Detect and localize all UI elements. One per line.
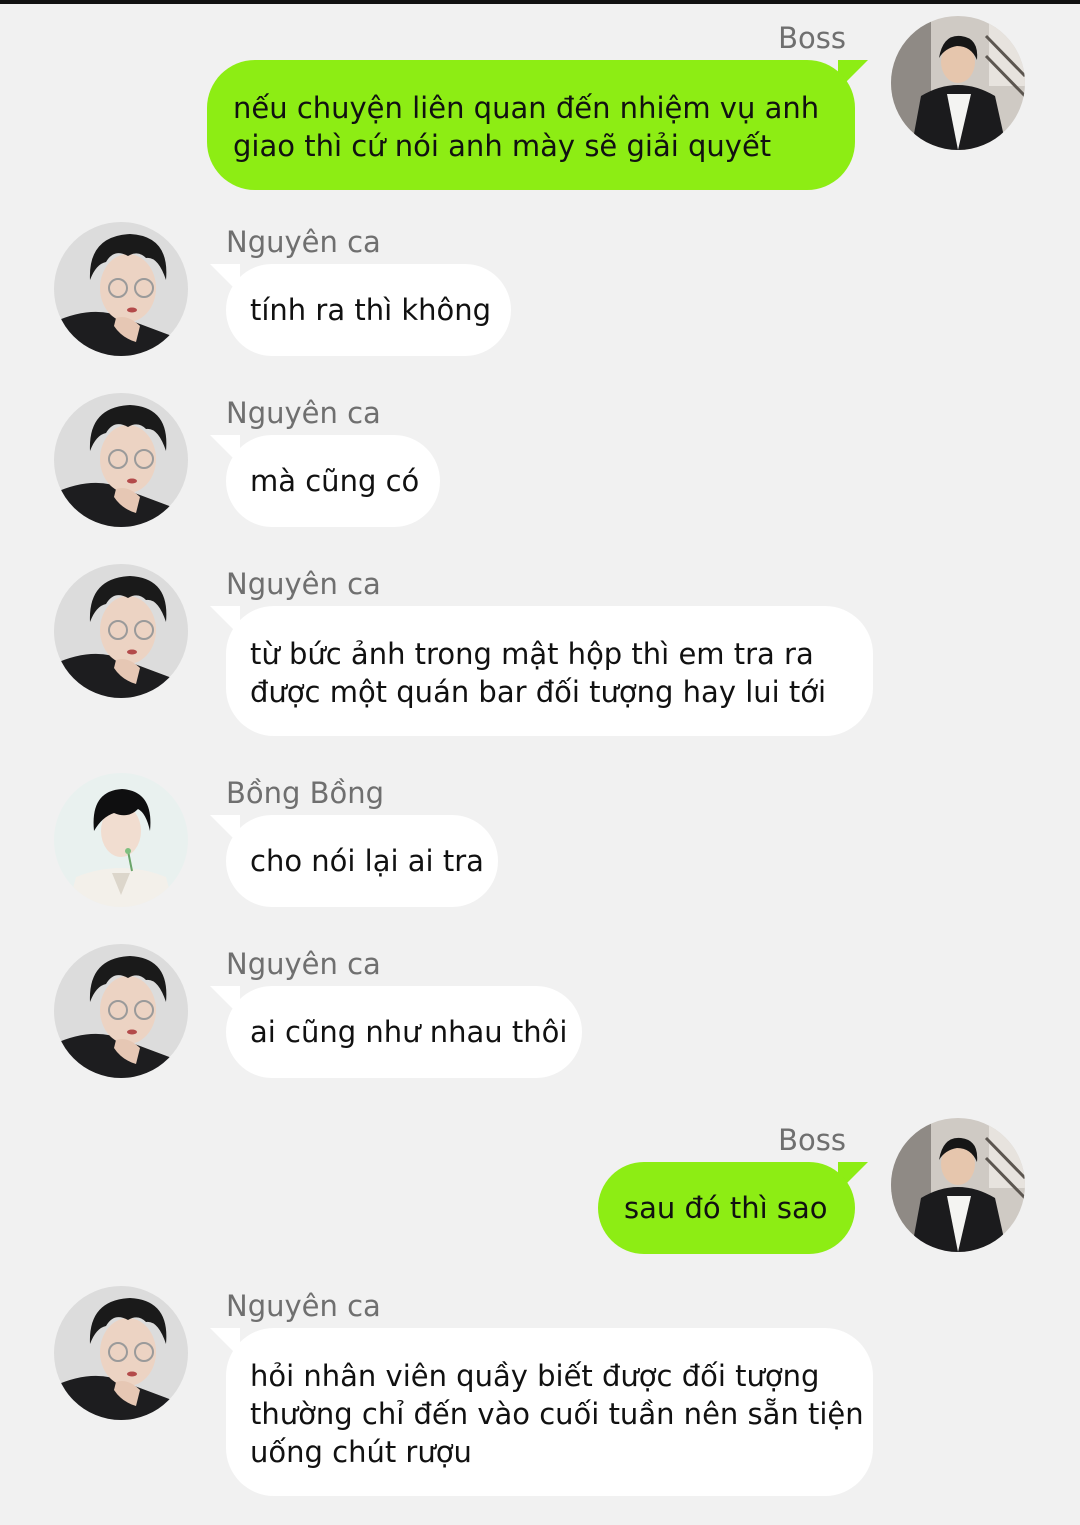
bong-bong-avatar-icon[interactable] <box>54 773 188 907</box>
nguyen-ca-avatar-icon[interactable] <box>54 944 188 1078</box>
message-bubble[interactable]: tính ra thì không <box>226 264 511 356</box>
message-line: thường chỉ đến vào cuối tuần nên sẵn tiệ… <box>250 1397 864 1431</box>
message-line: tính ra thì không <box>250 293 492 327</box>
message-bubble[interactable]: mà cũng có <box>226 435 440 527</box>
nguyen-ca-avatar-icon[interactable] <box>54 393 188 527</box>
sender-name: Nguyên ca <box>226 1289 381 1323</box>
message-line: cho nói lại ai tra <box>250 844 484 878</box>
message-line: ai cũng như nhau thôi <box>250 1015 568 1049</box>
sender-name: Nguyên ca <box>226 947 381 981</box>
nguyen-ca-avatar-icon[interactable] <box>54 564 188 698</box>
message-line: hỏi nhân viên quầy biết được đối tượng <box>250 1359 820 1393</box>
message-line: từ bức ảnh trong mật hộp thì em tra ra <box>250 637 814 671</box>
nguyen-ca-avatar-icon[interactable] <box>54 222 188 356</box>
sender-name: Nguyên ca <box>226 225 381 259</box>
sender-name: Boss <box>778 21 846 55</box>
message-bubble[interactable]: ai cũng như nhau thôi <box>226 986 582 1078</box>
sender-name: Nguyên ca <box>226 396 381 430</box>
nguyen-ca-avatar-icon[interactable] <box>54 1286 188 1420</box>
message-bubble[interactable]: nếu chuyện liên quan đến nhiệm vụ anh gi… <box>207 60 855 190</box>
boss-avatar-icon[interactable] <box>891 16 1025 150</box>
message-bubble[interactable]: hỏi nhân viên quầy biết được đối tượng t… <box>226 1328 873 1496</box>
sender-name: Nguyên ca <box>226 567 381 601</box>
status-bar-edge <box>0 0 1080 4</box>
message-bubble[interactable]: cho nói lại ai tra <box>226 815 498 907</box>
message-line: mà cũng có <box>250 464 420 498</box>
boss-avatar-icon[interactable] <box>891 1118 1025 1252</box>
sender-name: Bồng Bồng <box>226 776 385 810</box>
message-line: sau đó thì sao <box>624 1191 828 1225</box>
sender-name: Boss <box>778 1123 846 1157</box>
message-line: được một quán bar đối tượng hay lui tới <box>250 675 827 709</box>
message-line: nếu chuyện liên quan đến nhiệm vụ anh <box>233 91 820 125</box>
message-bubble[interactable]: từ bức ảnh trong mật hộp thì em tra ra đ… <box>226 606 873 736</box>
message-bubble[interactable]: sau đó thì sao <box>598 1162 855 1254</box>
message-line: giao thì cứ nói anh mày sẽ giải quyết <box>233 129 772 163</box>
message-line: uống chút rượu <box>250 1435 472 1469</box>
